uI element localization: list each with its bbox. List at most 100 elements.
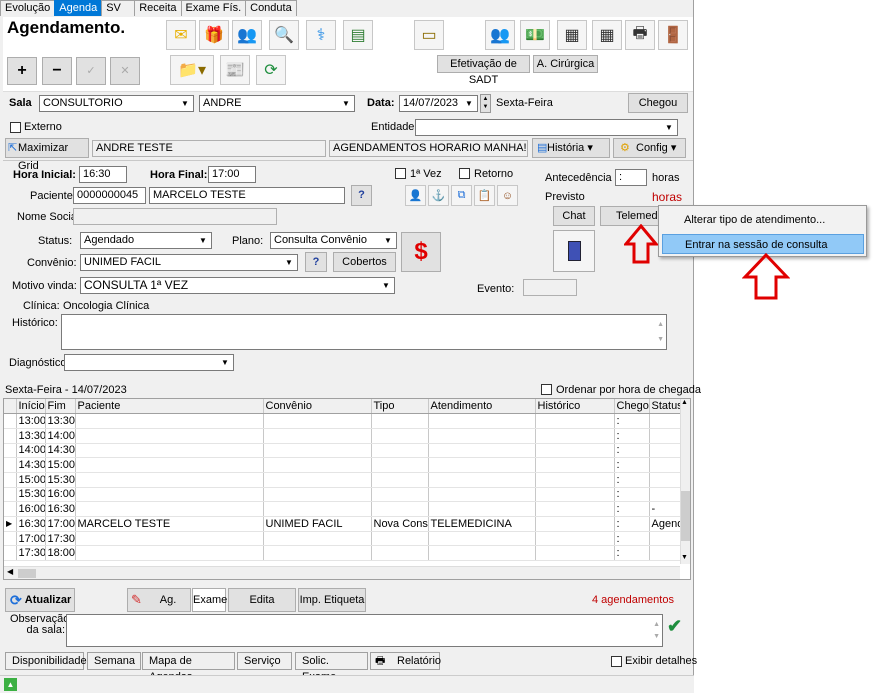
cancel-button[interactable]: ✕ [110,57,140,85]
table-cell[interactable]: : [614,443,650,459]
printer-icon[interactable]: 🖶 [625,20,655,50]
grid-hscrollbar[interactable]: ◀ [4,566,680,579]
table-cell[interactable] [263,545,372,562]
table-cell[interactable] [75,531,264,547]
table-cell[interactable] [263,413,372,429]
tab-disponibilidade[interactable]: Disponibilidade [5,652,87,670]
ag-eletr-button[interactable]: ✎Ag. Eletr. [127,588,191,628]
col-historico[interactable]: Histórico [535,399,615,415]
convenio-select[interactable]: UNIMED FACIL ▼ [80,254,298,271]
table-cell[interactable] [649,472,681,488]
scroll-thumb[interactable] [681,491,690,541]
agenda-grid[interactable]: Início Fim Paciente Convênio Tipo Atendi… [3,398,691,580]
table-cell[interactable]: TELEMEDICINA [428,516,536,532]
table-cell[interactable] [535,516,615,532]
table-row[interactable]: 17:00 17:30: [4,531,681,547]
cirurgica-button[interactable]: A. Cirúrgica [533,55,598,73]
refresh-doc-icon[interactable]: ⟳ [256,55,286,85]
table-cell[interactable] [649,413,681,429]
diagnostico-select[interactable]: ▼ [64,354,234,371]
table-cell[interactable] [535,501,615,517]
table-cell[interactable] [371,531,429,547]
table-cell[interactable] [371,501,429,517]
table-cell[interactable] [75,501,264,517]
col-fim[interactable]: Fim [45,399,76,415]
table-cell[interactable] [263,531,372,547]
calendar-clock-icon[interactable]: ▦ [557,20,587,50]
antecedencia-input[interactable]: : [615,169,647,186]
table-cell[interactable] [649,443,681,459]
date-picker[interactable]: 14/07/2023 ▼ [399,95,478,112]
form-icon[interactable]: ▤ [343,20,373,50]
door-exit-icon[interactable]: 🚪 [658,20,688,50]
primeira-vez-checkbox[interactable] [395,168,406,179]
table-cell[interactable] [535,531,615,547]
doctor-icon[interactable]: ⚕ [306,20,336,50]
efetivacao-sadt-button[interactable]: Efetivação de SADT [437,55,530,86]
table-row[interactable]: ▶ 16:30 17:00 MARCELO TESTE UNIMED FACIL Nova… [4,516,681,532]
table-cell[interactable]: 14:30 [45,443,76,459]
hscroll-thumb[interactable] [18,569,36,578]
table-cell[interactable] [371,443,429,459]
table-cell[interactable]: 14:00 [45,428,76,444]
confirm-button[interactable]: ✓ [76,57,106,85]
col-paciente[interactable]: Paciente [75,399,264,415]
table-cell[interactable] [75,487,264,503]
table-cell[interactable]: 17:00 [16,531,46,547]
retorno-checkbox[interactable] [459,168,470,179]
table-cell[interactable] [428,472,536,488]
table-cell[interactable] [535,472,615,488]
table-cell[interactable]: : [614,545,650,562]
table-cell[interactable] [649,545,681,562]
table-row[interactable]: 14:00 14:30: [4,443,681,459]
tab-relatorio[interactable]: 🖶 Relatório [370,652,441,670]
table-cell[interactable]: 14:30 [16,457,46,473]
paciente-id-input[interactable]: 0000000045 [73,187,146,204]
table-cell[interactable]: 14:00 [16,443,46,459]
table-cell[interactable]: 16:00 [45,487,76,503]
tab-receita[interactable]: Receita [134,0,182,16]
table-cell[interactable] [263,472,372,488]
table-cell[interactable] [649,531,681,547]
profissional-select[interactable]: ANDRE ▼ [199,95,355,112]
copy-icon[interactable]: ⧉ [451,185,472,206]
table-cell[interactable] [263,428,372,444]
table-cell[interactable]: : [614,413,650,429]
save-check-icon[interactable]: ✔ [667,616,687,636]
table-cell[interactable] [75,413,264,429]
hora-final-input[interactable]: 17:00 [208,166,256,183]
table-cell[interactable]: 15:30 [16,487,46,503]
table-cell[interactable] [428,531,536,547]
table-cell[interactable] [75,443,264,459]
table-cell[interactable] [428,487,536,503]
chat-button[interactable]: Chat [553,206,595,226]
scroll-down-icon[interactable]: ▼ [657,332,664,347]
motivo-select[interactable]: CONSULTA 1ª VEZ ▼ [80,277,395,294]
exibir-detalhes-checkbox[interactable] [611,656,622,667]
entidade-select[interactable]: ▼ [415,119,678,136]
hora-inicial-input[interactable]: 16:30 [79,166,127,183]
table-cell[interactable] [428,457,536,473]
table-cell[interactable] [428,428,536,444]
config-button[interactable]: ⚙ Config ▾ [613,138,686,158]
table-cell[interactable]: 16:00 [16,501,46,517]
table-cell[interactable]: : [614,501,650,517]
table-cell[interactable]: 16:30 [45,501,76,517]
table-cell[interactable] [535,457,615,473]
col-chegou[interactable]: Chegou [614,399,650,415]
remove-button[interactable]: − [42,57,72,85]
plano-select[interactable]: Consulta Convênio ▼ [270,232,397,249]
money-icon[interactable]: 💵 [520,20,550,50]
table-cell[interactable] [75,472,264,488]
scroll-left-icon[interactable]: ◀ [7,567,13,576]
table-cell[interactable] [75,457,264,473]
table-cell[interactable]: : [614,472,650,488]
menu-item-alterar-tipo[interactable]: Alterar tipo de atendimento... [662,210,864,230]
group-icon[interactable]: 👥 [485,20,515,50]
tab-conduta[interactable]: Conduta [245,0,297,16]
table-cell[interactable] [371,457,429,473]
tab-mapa-agendas[interactable]: Mapa de Agendas [142,652,235,683]
table-cell[interactable] [649,457,681,473]
table-cell[interactable] [428,413,536,429]
edita-etiqueta-button[interactable]: Edita Etiqueta [228,588,296,628]
